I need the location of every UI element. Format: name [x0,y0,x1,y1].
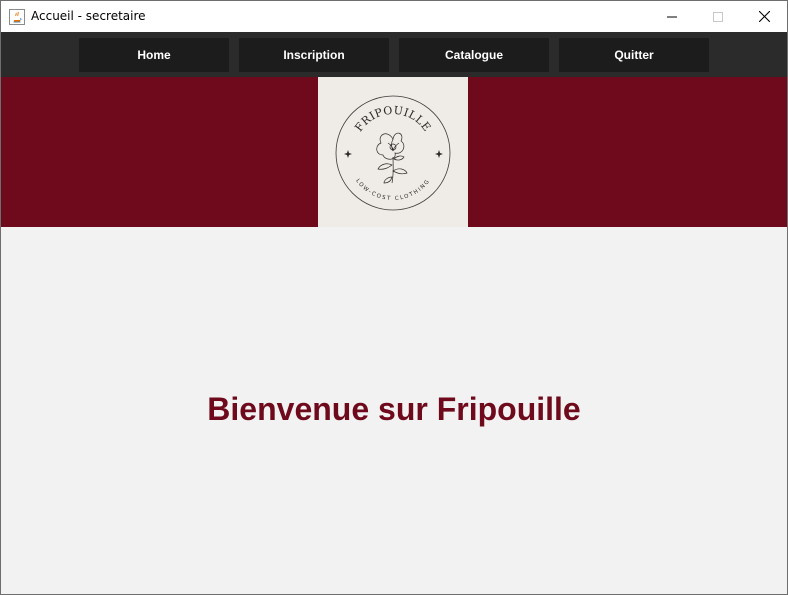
main-content: Bienvenue sur Fripouille [1,227,787,594]
nav-bar: Home Inscription Catalogue Quitter [1,32,787,77]
catalogue-button[interactable]: Catalogue [399,38,549,72]
java-icon [9,9,25,25]
svg-text:FRIPOUILLE: FRIPOUILLE [352,104,433,134]
window-title: Accueil - secretaire [31,9,146,23]
logo-brand-text: FRIPOUILLE [352,104,433,134]
svg-text:LOW-COST CLOTHING: LOW-COST CLOTHING [354,178,431,202]
quitter-button[interactable]: Quitter [559,38,709,72]
welcome-heading: Bienvenue sur Fripouille [207,391,581,427]
title-bar[interactable]: Accueil - secretaire [1,1,787,32]
banner: FRIPOUILLE LOW-COST CLOTHING [1,77,787,227]
close-icon [758,11,770,22]
brand-logo: FRIPOUILLE LOW-COST CLOTHING [318,77,468,227]
home-button[interactable]: Home [79,38,229,72]
inscription-button[interactable]: Inscription [239,38,389,72]
maximize-icon [713,11,723,22]
minimize-button[interactable] [649,1,695,32]
logo-tagline-text: LOW-COST CLOTHING [354,178,430,202]
maximize-button[interactable] [695,1,741,32]
minimize-icon [667,16,677,17]
app-window: Accueil - secretaire Home Inscription Ca… [0,0,788,595]
flower-logo-icon: FRIPOUILLE LOW-COST CLOTHING [335,95,451,211]
close-button[interactable] [741,1,787,32]
